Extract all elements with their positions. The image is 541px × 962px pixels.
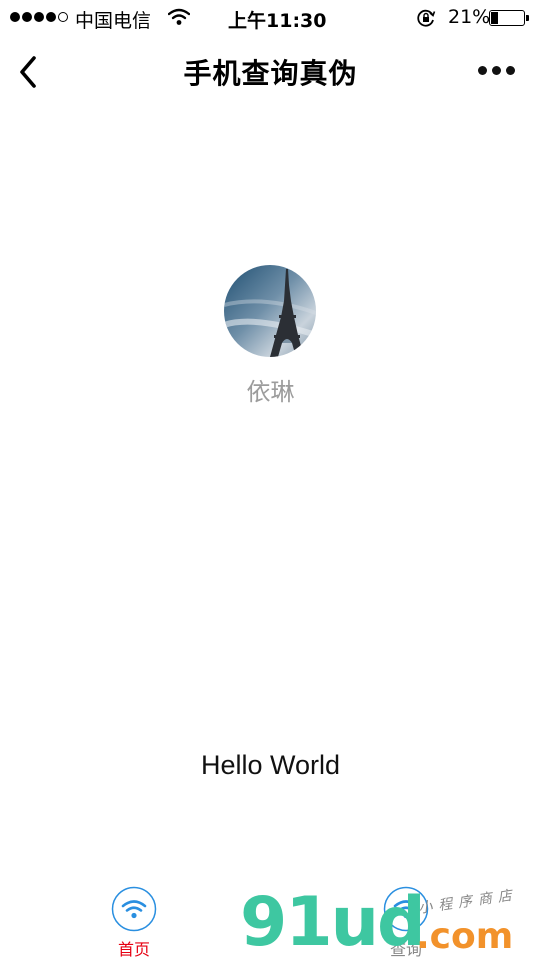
wifi-icon	[383, 886, 429, 932]
eiffel-tower-photo	[224, 265, 316, 357]
wifi-status-icon	[167, 8, 191, 31]
status-bar: 中国电信 上午11:30 21%	[0, 0, 541, 36]
more-dots-icon	[478, 66, 487, 75]
rotation-lock-icon	[416, 8, 436, 33]
battery-percent: 21%	[448, 6, 491, 28]
wifi-icon	[111, 886, 157, 932]
user-name: 依琳	[246, 378, 295, 406]
nav-bar: 手机查询真伪	[0, 36, 541, 108]
clock: 上午11:30	[228, 10, 327, 32]
tab-query[interactable]: 查询	[366, 880, 446, 960]
signal-strength-icon	[10, 12, 68, 22]
tab-home[interactable]: 首页	[94, 880, 174, 960]
carrier-name: 中国电信	[75, 10, 152, 32]
avatar[interactable]	[224, 265, 316, 357]
tab-bar: 首页 查询	[0, 880, 541, 960]
hello-message: Hello World	[200, 750, 341, 780]
more-button[interactable]	[478, 66, 515, 75]
battery-icon	[489, 10, 529, 26]
page-title: 手机查询真伪	[183, 57, 358, 90]
tab-home-label: 首页	[117, 940, 150, 959]
tab-query-label: 查询	[389, 940, 422, 959]
